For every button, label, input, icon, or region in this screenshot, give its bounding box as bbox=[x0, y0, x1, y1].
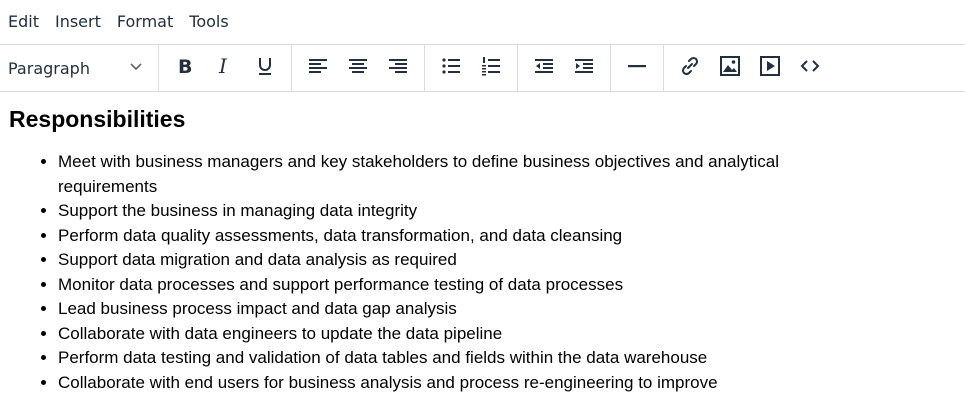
code-icon bbox=[798, 54, 822, 83]
align-center-button[interactable] bbox=[341, 51, 375, 85]
media-button[interactable] bbox=[753, 51, 787, 85]
horizontal-rule-button[interactable] bbox=[620, 51, 654, 85]
numbered-list-icon bbox=[479, 54, 503, 83]
italic-icon: I bbox=[213, 54, 237, 83]
media-icon bbox=[758, 54, 782, 83]
list-group bbox=[425, 45, 518, 91]
outdent-icon bbox=[532, 54, 556, 83]
underline-icon bbox=[253, 54, 277, 83]
list-item: Collaborate with data engineers to updat… bbox=[58, 322, 788, 347]
bold-button[interactable]: B bbox=[168, 51, 202, 85]
text-style-group: B I bbox=[159, 45, 292, 91]
list-item: Collaborate with end users for business … bbox=[58, 371, 788, 396]
list-item: Support the business in managing data in… bbox=[58, 199, 788, 224]
bullet-list-icon bbox=[439, 54, 463, 83]
content-heading: Responsibilities bbox=[9, 106, 186, 132]
alignment-group bbox=[292, 45, 425, 91]
horizontal-rule-icon bbox=[625, 54, 649, 83]
menu-edit[interactable]: Edit bbox=[4, 0, 49, 44]
list-item: Support data migration and data analysis… bbox=[58, 248, 788, 273]
list-item: Perform data quality assessments, data t… bbox=[58, 224, 788, 249]
outdent-button[interactable] bbox=[527, 51, 561, 85]
svg-text:B: B bbox=[178, 56, 192, 78]
responsibilities-list: Meet with business managers and key stak… bbox=[9, 150, 788, 395]
underline-button[interactable] bbox=[248, 51, 282, 85]
menu-tools[interactable]: Tools bbox=[185, 0, 238, 44]
image-button[interactable] bbox=[713, 51, 747, 85]
block-format-label: Paragraph bbox=[8, 58, 90, 78]
align-right-button[interactable] bbox=[381, 51, 415, 85]
menu-insert[interactable]: Insert bbox=[51, 0, 111, 44]
align-left-icon bbox=[306, 54, 330, 83]
source-code-button[interactable] bbox=[793, 51, 827, 85]
image-icon bbox=[718, 54, 742, 83]
bold-icon: B bbox=[173, 54, 197, 83]
link-icon bbox=[678, 54, 702, 83]
block-format-select[interactable]: Paragraph bbox=[0, 51, 152, 85]
link-button[interactable] bbox=[673, 51, 707, 85]
indent-icon bbox=[572, 54, 596, 83]
menu-format[interactable]: Format bbox=[113, 0, 183, 44]
editor-content[interactable]: Responsibilities Meet with business mana… bbox=[0, 92, 965, 395]
italic-button[interactable]: I bbox=[208, 51, 242, 85]
list-item: Meet with business managers and key stak… bbox=[58, 150, 788, 199]
numbered-list-button[interactable] bbox=[474, 51, 508, 85]
indent-group bbox=[518, 45, 611, 91]
block-format-group: Paragraph bbox=[0, 45, 159, 91]
align-left-button[interactable] bbox=[301, 51, 335, 85]
indent-button[interactable] bbox=[567, 51, 601, 85]
menu-bar: Edit Insert Format Tools bbox=[0, 0, 965, 44]
insert-group bbox=[664, 45, 836, 91]
list-item: Monitor data processes and support perfo… bbox=[58, 273, 788, 298]
align-right-icon bbox=[386, 54, 410, 83]
align-center-icon bbox=[346, 54, 370, 83]
bullet-list-button[interactable] bbox=[434, 51, 468, 85]
svg-text:I: I bbox=[218, 54, 228, 78]
hr-group bbox=[611, 45, 664, 91]
list-item: Lead business process impact and data ga… bbox=[58, 297, 788, 322]
list-item: Perform data testing and validation of d… bbox=[58, 346, 788, 371]
toolbar: Paragraph B I bbox=[0, 44, 965, 92]
chevron-down-icon bbox=[128, 58, 144, 78]
